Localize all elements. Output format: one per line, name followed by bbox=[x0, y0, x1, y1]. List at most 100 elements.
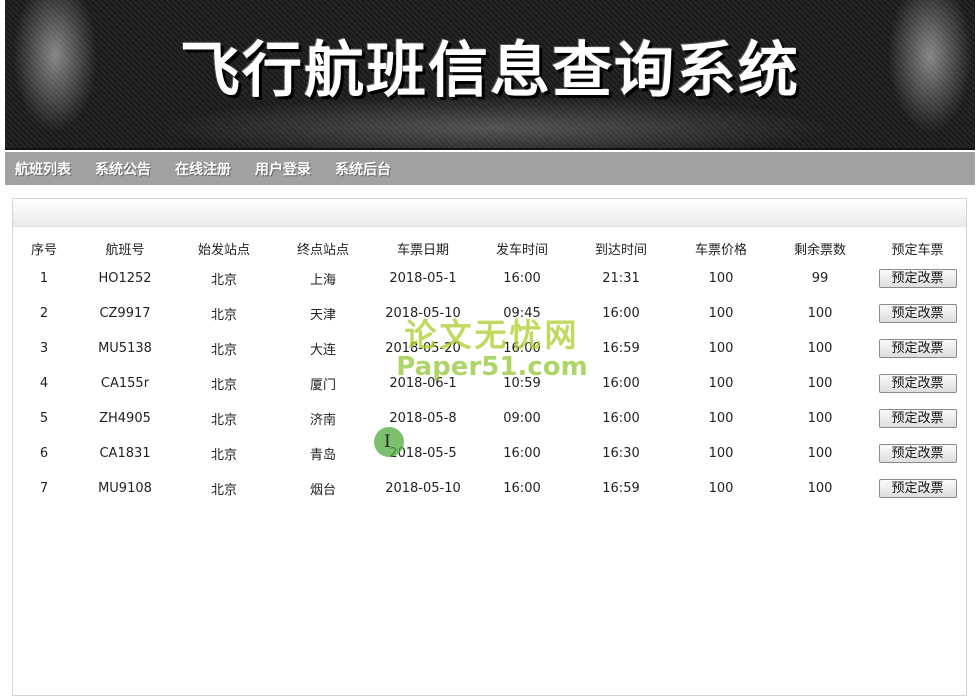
cell-price: 100 bbox=[708, 376, 734, 391]
col-header-depart-time: 发车时间 bbox=[495, 242, 548, 258]
table-row: 6 CA1831 北京 青岛 2018-05-5 16:00 16:30 100 100 预定改票 bbox=[13, 436, 966, 471]
cell-depart-time: 09:45 bbox=[503, 306, 541, 321]
cell-book: 预定改票 bbox=[869, 261, 966, 296]
panel-header-bar bbox=[13, 199, 966, 227]
flight-table: 序号 航班号 始发站点 终点站点 车票日期 发车时间 到达时间 车票价格 剩余票… bbox=[13, 235, 966, 506]
cell-book: 预定改票 bbox=[869, 296, 966, 331]
cell-price: 100 bbox=[708, 411, 734, 426]
nav-item-register[interactable]: 在线注册 bbox=[175, 159, 231, 179]
cell-arrive-time: 16:30 bbox=[602, 446, 640, 461]
table-row: 5 ZH4905 北京 济南 2018-05-8 09:00 16:00 100 100 预定改票 bbox=[13, 401, 966, 436]
book-ticket-button[interactable]: 预定改票 bbox=[878, 339, 957, 358]
cell-destination: 上海 bbox=[309, 273, 336, 288]
cell-depart-time: 16:00 bbox=[503, 446, 541, 461]
cell-flight-no: ZH4905 bbox=[99, 411, 151, 426]
cell-date: 2018-05-10 bbox=[385, 481, 461, 496]
cell-flight-no: MU9108 bbox=[98, 481, 152, 496]
book-ticket-button[interactable]: 预定改票 bbox=[878, 409, 957, 428]
cell-date: 2018-06-1 bbox=[389, 376, 457, 391]
cell-price: 100 bbox=[708, 341, 734, 356]
cell-depart-time: 09:00 bbox=[503, 411, 541, 426]
cell-arrive-time: 21:31 bbox=[602, 271, 640, 286]
col-header-date: 车票日期 bbox=[396, 242, 449, 258]
table-row: 3 MU5138 北京 大连 2018-05-20 16:00 16:59 100 100 预定改… bbox=[13, 331, 966, 366]
book-ticket-button[interactable]: 预定改票 bbox=[878, 479, 957, 498]
cell-origin: 北京 bbox=[210, 448, 237, 463]
cell-index: 3 bbox=[39, 341, 49, 356]
cell-depart-time: 16:00 bbox=[503, 481, 541, 496]
header-banner: 飞行航班信息查询系统 bbox=[5, 0, 975, 150]
book-ticket-button[interactable]: 预定改票 bbox=[878, 269, 957, 288]
nav-item-login[interactable]: 用户登录 bbox=[255, 159, 311, 179]
cell-depart-time: 10:59 bbox=[503, 376, 541, 391]
cell-book: 预定改票 bbox=[869, 366, 966, 401]
table-row: 1 HO1252 北京 上海 2018-05-1 16:00 21:31 100 99 预定改票 bbox=[13, 261, 966, 296]
cell-arrive-time: 16:59 bbox=[602, 481, 640, 496]
cell-price: 100 bbox=[708, 481, 734, 496]
cell-index: 1 bbox=[39, 271, 49, 286]
cell-flight-no: CA155r bbox=[100, 376, 150, 391]
cell-destination: 青岛 bbox=[309, 448, 336, 463]
cell-price: 100 bbox=[708, 306, 734, 321]
text-cursor-icon: I bbox=[384, 432, 391, 452]
cell-arrive-time: 16:59 bbox=[602, 341, 640, 356]
nav-item-flight-list[interactable]: 航班列表 bbox=[15, 159, 71, 179]
cell-date: 2018-05-1 bbox=[389, 271, 457, 286]
table-header-row: 序号 航班号 始发站点 终点站点 车票日期 发车时间 到达时间 车票价格 剩余票… bbox=[13, 235, 966, 261]
cell-index: 2 bbox=[39, 306, 49, 321]
table-row: 2 CZ9917 北京 天津 2018-05-10 09:45 16:00 100 100 预定改… bbox=[13, 296, 966, 331]
nav-item-announcements[interactable]: 系统公告 bbox=[95, 159, 151, 179]
col-header-remaining: 剩余票数 bbox=[793, 242, 846, 258]
col-header-book: 预定车票 bbox=[891, 242, 944, 258]
cell-book: 预定改票 bbox=[869, 401, 966, 436]
col-header-price: 车票价格 bbox=[694, 242, 747, 258]
cell-flight-no: MU5138 bbox=[98, 341, 152, 356]
cell-flight-no: HO1252 bbox=[98, 271, 152, 286]
cell-arrive-time: 16:00 bbox=[602, 376, 640, 391]
cell-price: 100 bbox=[708, 446, 734, 461]
cell-price: 100 bbox=[708, 271, 734, 286]
cell-destination: 天津 bbox=[309, 308, 336, 323]
main-nav: 航班列表 系统公告 在线注册 用户登录 系统后台 bbox=[5, 152, 975, 185]
nav-item-admin[interactable]: 系统后台 bbox=[335, 159, 391, 179]
content-panel: 序号 航班号 始发站点 终点站点 车票日期 发车时间 到达时间 车票价格 剩余票… bbox=[12, 198, 967, 696]
cell-date: 2018-05-20 bbox=[385, 341, 461, 356]
table-row: 4 CA155r 北京 厦门 2018-06-1 10:59 16:00 100 100 预定改票 bbox=[13, 366, 966, 401]
book-ticket-button[interactable]: 预定改票 bbox=[878, 304, 957, 323]
cell-remaining: 100 bbox=[807, 376, 833, 391]
cell-remaining: 100 bbox=[807, 446, 833, 461]
cell-origin: 北京 bbox=[210, 308, 237, 323]
cell-flight-no: CA1831 bbox=[99, 446, 151, 461]
cell-origin: 北京 bbox=[210, 378, 237, 393]
cell-destination: 烟台 bbox=[309, 483, 336, 498]
cell-book: 预定改票 bbox=[869, 331, 966, 366]
col-header-flight-no: 航班号 bbox=[105, 242, 145, 258]
cell-index: 4 bbox=[39, 376, 49, 391]
cell-depart-time: 16:00 bbox=[503, 341, 541, 356]
book-ticket-button[interactable]: 预定改票 bbox=[878, 444, 957, 463]
cell-origin: 北京 bbox=[210, 343, 237, 358]
cell-remaining: 100 bbox=[807, 306, 833, 321]
cell-arrive-time: 16:00 bbox=[602, 306, 640, 321]
book-ticket-button[interactable]: 预定改票 bbox=[878, 374, 957, 393]
col-header-destination: 终点站点 bbox=[296, 242, 349, 258]
cell-origin: 北京 bbox=[210, 413, 237, 428]
flight-rows: 1 HO1252 北京 上海 2018-05-1 16:00 21:31 100 99 预定改票 2… bbox=[13, 261, 966, 506]
cell-index: 7 bbox=[39, 481, 49, 496]
cell-destination: 厦门 bbox=[309, 378, 336, 393]
cell-depart-time: 16:00 bbox=[503, 271, 541, 286]
cell-book: 预定改票 bbox=[869, 436, 966, 471]
col-header-origin: 始发站点 bbox=[197, 242, 250, 258]
cell-destination: 济南 bbox=[309, 413, 336, 428]
cell-index: 6 bbox=[39, 446, 49, 461]
site-title: 飞行航班信息查询系统 bbox=[180, 36, 800, 106]
cell-book: 预定改票 bbox=[869, 471, 966, 506]
cell-remaining: 99 bbox=[811, 271, 829, 286]
cell-flight-no: CZ9917 bbox=[99, 306, 151, 321]
table-row: 7 MU9108 北京 烟台 2018-05-10 16:00 16:59 100 100 预定改… bbox=[13, 471, 966, 506]
cell-origin: 北京 bbox=[210, 483, 237, 498]
cell-remaining: 100 bbox=[807, 341, 833, 356]
cell-arrive-time: 16:00 bbox=[602, 411, 640, 426]
cell-destination: 大连 bbox=[309, 343, 336, 358]
cell-date: 2018-05-10 bbox=[385, 306, 461, 321]
